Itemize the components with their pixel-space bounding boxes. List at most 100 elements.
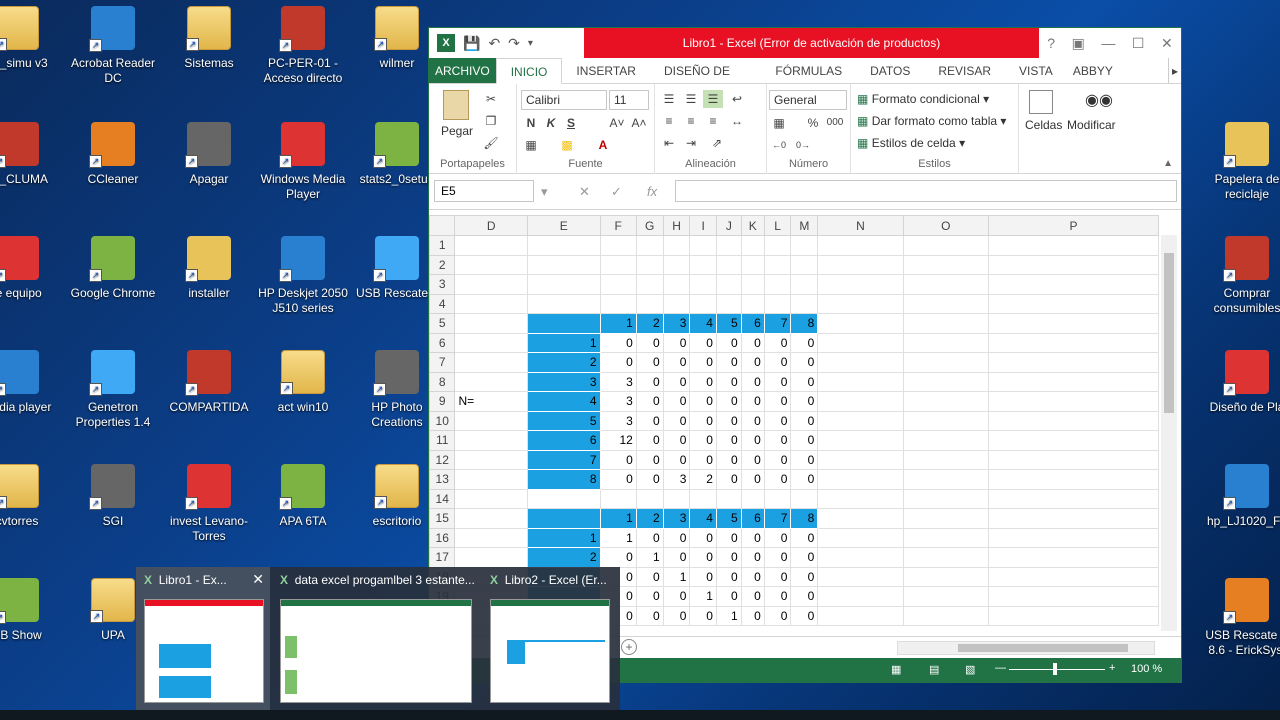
cell-E5[interactable] [526, 313, 601, 334]
column-header[interactable]: H [662, 215, 691, 236]
cell-value[interactable]: 0 [599, 352, 637, 373]
cell-D8[interactable] [454, 371, 528, 392]
cell-empty[interactable] [599, 293, 637, 314]
cell-empty[interactable] [817, 371, 904, 392]
desktop-icon-col1-5[interactable]: ↗ SB Show [0, 574, 64, 674]
cell-header-3[interactable]: 3 [662, 313, 691, 334]
cell-value[interactable]: 0 [740, 469, 765, 490]
cell-empty[interactable] [902, 274, 989, 295]
row-header[interactable]: 16 [429, 527, 456, 548]
cell-value[interactable]: 0 [740, 566, 765, 587]
row-header[interactable]: 13 [429, 469, 456, 490]
cell-empty[interactable] [635, 274, 664, 295]
cell-empty[interactable] [817, 352, 904, 373]
align-right-icon[interactable]: ≡ [703, 112, 723, 130]
cell-value[interactable]: 0 [763, 449, 792, 470]
cell-value[interactable]: 0 [635, 469, 664, 490]
column-header[interactable]: O [902, 215, 989, 236]
cell-E4[interactable] [526, 293, 601, 314]
cell-value[interactable]: 0 [689, 566, 717, 587]
cell-empty[interactable] [715, 235, 742, 256]
font-size-select[interactable]: 11 [609, 90, 649, 110]
cell-D11[interactable] [454, 430, 528, 451]
cell-header-8[interactable]: 8 [790, 313, 819, 334]
row-header[interactable]: 6 [429, 332, 456, 353]
cell-value[interactable]: 0 [689, 605, 717, 626]
cell-empty[interactable] [902, 313, 989, 334]
cell-empty[interactable] [902, 605, 989, 626]
cell-styles-button[interactable]: ▦ Estilos de celda ▾ [857, 136, 965, 150]
cell-value[interactable]: 0 [689, 430, 717, 451]
page-break-icon[interactable]: ▧ [965, 663, 975, 676]
cell-header-2[interactable]: 2 [635, 508, 664, 529]
row-header[interactable]: 12 [429, 449, 456, 470]
cell-empty[interactable] [763, 488, 792, 509]
cell-empty[interactable] [817, 605, 904, 626]
desktop-icon-right-2[interactable]: ↗ Comprar consumibles [1200, 232, 1280, 332]
cell-E12[interactable]: 7 [526, 449, 601, 470]
preview-libro2[interactable]: X Libro2 - Excel (Er... [482, 567, 620, 710]
column-header[interactable]: D [454, 215, 528, 236]
desktop-icon-col2-0[interactable]: ↗ Acrobat Reader DC [66, 2, 160, 102]
cell-value[interactable]: 0 [689, 449, 717, 470]
close-icon[interactable]: ✕ [1161, 35, 1173, 52]
namebox-dropdown-icon[interactable]: ▾ [541, 184, 548, 200]
cell-empty[interactable] [763, 235, 792, 256]
cell-value[interactable]: 0 [790, 410, 819, 431]
cell-value[interactable]: 0 [635, 391, 664, 412]
row-header[interactable]: 2 [429, 254, 456, 275]
desktop-icon-col3-3[interactable]: ↗ COMPARTIDA [162, 346, 256, 446]
cell-empty[interactable] [740, 488, 765, 509]
cell-value[interactable]: 0 [599, 449, 637, 470]
cell-value[interactable]: 0 [715, 566, 742, 587]
tab-diseno-pagina[interactable]: DISEÑO DE PÁGINA [650, 58, 761, 104]
cell-empty[interactable] [635, 293, 664, 314]
cell-empty[interactable] [635, 254, 664, 275]
cell-value[interactable]: 0 [790, 430, 819, 451]
cell-empty[interactable] [987, 371, 1159, 392]
cell-value[interactable]: 0 [689, 332, 717, 353]
hscroll-thumb[interactable] [958, 644, 1128, 652]
italic-button[interactable]: K [541, 114, 561, 132]
cell-empty[interactable] [599, 254, 637, 275]
cell-empty[interactable] [902, 586, 989, 607]
cell-value[interactable]: 0 [763, 566, 792, 587]
row-header[interactable]: 3 [429, 274, 456, 295]
cell-empty[interactable] [987, 235, 1159, 256]
column-header[interactable]: K [740, 215, 765, 236]
cell-empty[interactable] [902, 527, 989, 548]
cells-icon[interactable] [1029, 90, 1053, 114]
cell-value[interactable]: 1 [715, 605, 742, 626]
desktop-icon-col2-2[interactable]: ↗ Google Chrome [66, 232, 160, 332]
cell-empty[interactable] [599, 488, 637, 509]
cell-value[interactable]: 0 [689, 547, 717, 568]
cell-value[interactable]: 0 [763, 371, 792, 392]
desktop-icon-col4-2[interactable]: ↗ HP Deskjet 2050 J510 series [256, 232, 350, 332]
desktop-icon-right-3[interactable]: ↗ Diseño de Pla [1200, 346, 1280, 446]
cell-E6[interactable]: 1 [526, 332, 601, 353]
cell-value[interactable]: 0 [790, 469, 819, 490]
cell-value[interactable]: 0 [715, 469, 742, 490]
cell-empty[interactable] [740, 254, 765, 275]
align-middle-icon[interactable]: ☰ [681, 90, 701, 108]
desktop-icon-col4-1[interactable]: ↗ Windows Media Player [256, 118, 350, 218]
cell-empty[interactable] [817, 566, 904, 587]
fill-color-icon[interactable]: ▩ [557, 136, 577, 154]
cell-empty[interactable] [817, 430, 904, 451]
cell-empty[interactable] [662, 254, 691, 275]
decrease-font-icon[interactable]: A˄ [629, 114, 649, 132]
desktop-icon-col1-4[interactable]: ↗ cvtorres [0, 460, 64, 560]
tab-abbyy[interactable]: ABBYY FineReader 12 [1067, 58, 1168, 104]
cell-value[interactable]: 0 [715, 547, 742, 568]
cell-empty[interactable] [902, 566, 989, 587]
cell-E2[interactable] [526, 254, 601, 275]
minimize-icon[interactable]: — [1101, 35, 1115, 52]
cell-value[interactable]: 0 [715, 352, 742, 373]
cell-value[interactable]: 0 [740, 449, 765, 470]
cell-value[interactable]: 0 [740, 430, 765, 451]
cell-empty[interactable] [987, 430, 1159, 451]
cell-value[interactable]: 0 [790, 566, 819, 587]
column-header[interactable]: I [689, 215, 717, 236]
desktop-icon-col3-2[interactable]: ↗ installer [162, 232, 256, 332]
cell-value[interactable]: 0 [715, 410, 742, 431]
